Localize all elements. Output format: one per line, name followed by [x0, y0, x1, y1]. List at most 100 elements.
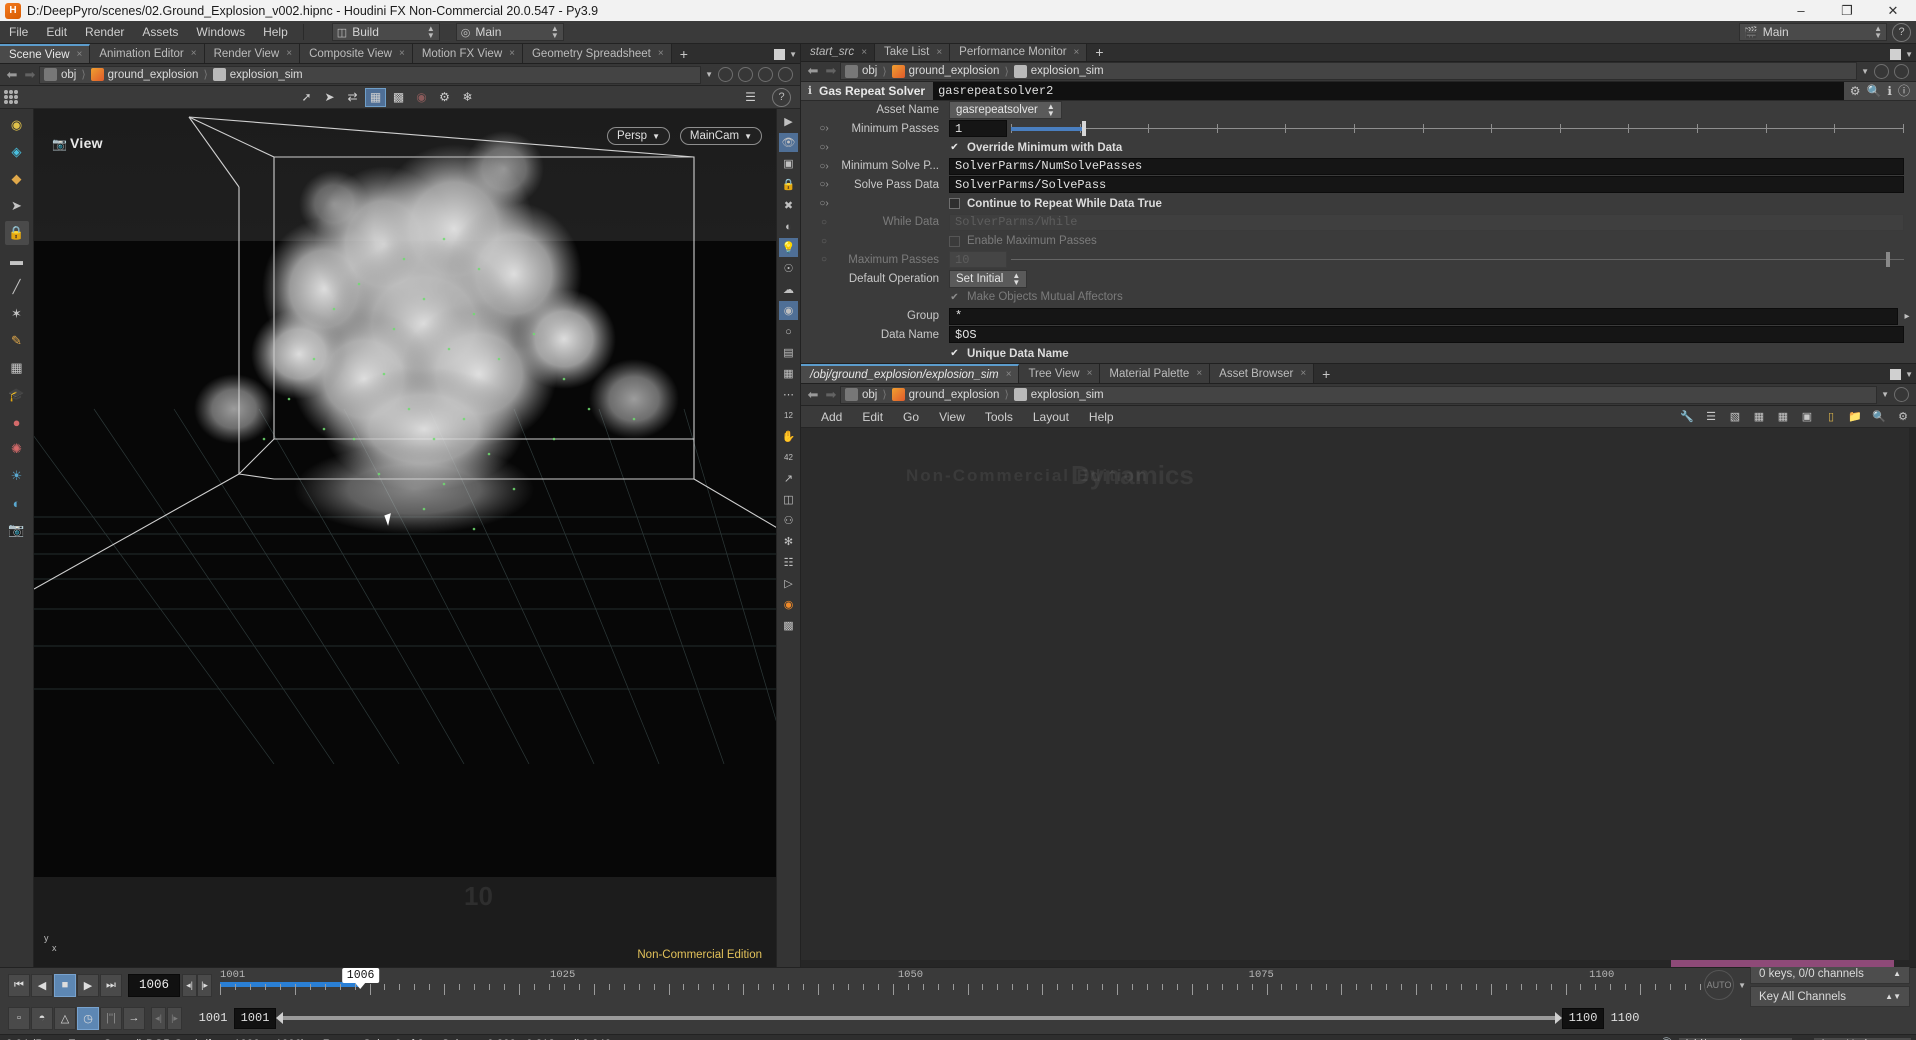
playhead[interactable]: 1006	[341, 968, 380, 989]
snapshot2-icon[interactable]: ▩	[779, 616, 798, 635]
wrench-icon[interactable]: 🔧	[1678, 409, 1696, 425]
line-tool-icon[interactable]: ╱	[5, 275, 29, 299]
animate-toggle-icon[interactable]: ○›	[811, 123, 837, 134]
menu-render[interactable]: Render	[76, 21, 133, 44]
handle-tool-icon[interactable]: ◆	[5, 167, 29, 191]
box-tool-icon[interactable]: ▬	[5, 248, 29, 272]
grid-layout-icon[interactable]: ▦	[1750, 409, 1768, 425]
pin-icon[interactable]	[738, 67, 753, 82]
render-region-icon[interactable]: ▣	[779, 154, 798, 173]
paint-tool-icon[interactable]: ✎	[5, 329, 29, 353]
data-name-input[interactable]: $OS	[949, 326, 1904, 344]
maximize-pane-icon[interactable]	[1890, 368, 1902, 380]
breadcrumb-ground-explosion[interactable]: ground_explosion	[90, 68, 198, 81]
ramp-icon[interactable]: △	[54, 1006, 76, 1030]
minimize-button[interactable]: –	[1778, 0, 1824, 21]
asset-name-selector[interactable]: gasrepeatsolver ▲ ▼	[949, 101, 1062, 120]
close-icon[interactable]: ×	[936, 47, 942, 58]
close-icon[interactable]: ×	[861, 47, 867, 58]
projection-selector[interactable]: Persp ▼	[607, 127, 670, 145]
pointer-icon[interactable]: ➤	[319, 88, 340, 107]
tab-material-palette[interactable]: Material Palette ×	[1100, 364, 1211, 383]
update-mode-selector[interactable]: Auto Update ▲▼	[1813, 1036, 1912, 1040]
nav-forward-icon[interactable]: ➡	[21, 67, 39, 83]
uv-icon[interactable]: ◫	[779, 490, 798, 509]
add-tab-button[interactable]: +	[1087, 44, 1111, 61]
node-path-selector[interactable]: /obj/ground_e... ▲▼	[1678, 1036, 1794, 1040]
range-prev-icon[interactable]: ◂|	[151, 1006, 166, 1030]
pin-icon[interactable]	[1894, 63, 1909, 79]
close-button[interactable]: ✕	[1870, 0, 1916, 21]
tab-composite-view[interactable]: Composite View ×	[300, 44, 413, 63]
camera-selector[interactable]: MainCam ▼	[679, 127, 762, 145]
numbers2-icon[interactable]: 42	[779, 448, 798, 467]
sculpt-tool-icon[interactable]: ●	[5, 410, 29, 434]
handle-grip-icon[interactable]	[4, 90, 18, 104]
xray-icon[interactable]: ✖	[779, 196, 798, 215]
options-icon[interactable]	[778, 67, 793, 82]
align-icon[interactable]: ▧	[1726, 409, 1744, 425]
parameter-path-input[interactable]: obj ⟩ ground_explosion ⟩ explosion_sim	[840, 62, 1858, 81]
help-icon[interactable]: ⓘ	[1898, 82, 1910, 99]
auto-key-button[interactable]: AUTO	[1704, 970, 1735, 1000]
scene-view-path-input[interactable]: obj ⟩ ground_explosion ⟩ explosion_sim	[39, 65, 702, 84]
spot-light-icon[interactable]: ☁	[779, 280, 798, 299]
scrollbar-thumb[interactable]	[1670, 960, 1894, 967]
bone-icon[interactable]: ⚇	[779, 511, 798, 530]
network-path-input[interactable]: obj ⟩ ground_explosion ⟩ explosion_sim	[840, 385, 1878, 404]
minimum-passes-input[interactable]: 1	[949, 120, 1007, 138]
step-back-icon[interactable]: ◀	[31, 973, 53, 997]
menu-file[interactable]: File	[0, 21, 37, 44]
chevron-down-icon[interactable]: ▼	[1905, 50, 1913, 59]
node-name-input[interactable]: gasrepeatsolver2	[933, 81, 1844, 100]
close-icon[interactable]: ×	[191, 48, 197, 59]
breadcrumb-obj[interactable]: obj	[44, 68, 76, 81]
skip-start-icon[interactable]: ⏮	[8, 973, 30, 997]
breadcrumb-explosion-sim[interactable]: explosion_sim	[212, 68, 303, 81]
ghost-icon[interactable]: ○	[779, 322, 798, 341]
network-menu-tools[interactable]: Tools	[975, 406, 1023, 428]
close-icon[interactable]: ×	[1087, 368, 1093, 379]
tab-tree-view[interactable]: Tree View ×	[1019, 364, 1101, 383]
network-horizontal-scrollbar[interactable]	[801, 960, 1916, 967]
continue-repeat-checkbox[interactable]	[949, 198, 960, 210]
layout-split-icon[interactable]: ☰	[740, 88, 761, 107]
range-handle-right[interactable]	[1555, 1012, 1562, 1024]
maximize-button[interactable]: ❐	[1824, 0, 1870, 21]
texture-icon[interactable]: ▤	[779, 343, 798, 362]
animate-toggle-icon[interactable]: ○›	[811, 198, 837, 209]
brackets-icon[interactable]: |''|	[100, 1006, 122, 1030]
animate-toggle-icon[interactable]: ○›	[811, 161, 837, 172]
global-end-frame[interactable]: 1100	[1604, 1008, 1646, 1029]
light-icon[interactable]: ⚙	[434, 88, 455, 107]
network-vertical-scrollbar[interactable]	[1909, 428, 1916, 967]
close-icon[interactable]: ×	[399, 48, 405, 59]
maximize-pane-icon[interactable]	[774, 48, 786, 60]
viewport-canvas[interactable]: 📷 View Persp ▼ MainCam ▼ 10 y x Non-Comm…	[34, 109, 776, 967]
current-frame-input[interactable]: 1006	[128, 973, 180, 997]
transform-icon[interactable]: ⇄	[342, 88, 363, 107]
close-icon[interactable]: ×	[1196, 368, 1202, 379]
visibility-icon[interactable]: 👁	[779, 133, 798, 152]
grid-display-icon[interactable]: ☷	[779, 553, 798, 572]
shading-icon[interactable]: ◐	[779, 217, 798, 236]
timeline-ruler[interactable]: 1001 1025 1050 1075 1100 1006	[220, 968, 1702, 1000]
lock-view-icon[interactable]: 🔒	[779, 175, 798, 194]
info2-icon[interactable]: ℹ	[1887, 84, 1892, 98]
minimum-passes-slider[interactable]	[1011, 120, 1904, 137]
close-icon[interactable]: ×	[286, 48, 292, 59]
list-icon[interactable]: ☰	[1702, 409, 1720, 425]
playback-end-frame[interactable]: 1100	[1562, 1007, 1604, 1029]
viewport-help-icon[interactable]: ?	[772, 87, 791, 107]
nav-back-icon[interactable]: ⬅	[804, 387, 822, 403]
unique-data-name-checkbox[interactable]: ✔	[949, 348, 960, 359]
play-icon[interactable]: ▶	[77, 973, 99, 997]
step-prev-icon[interactable]: ◂|	[182, 973, 197, 997]
clock-icon[interactable]: ◷	[77, 1006, 99, 1030]
override-minimum-checkbox[interactable]: ✔	[949, 142, 960, 153]
breadcrumb-explosion-sim[interactable]: explosion_sim	[1013, 388, 1104, 401]
default-operation-selector[interactable]: Set Initial ▲ ▼	[949, 269, 1028, 288]
group-picker-icon[interactable]: ▸	[1898, 311, 1916, 322]
menu-assets[interactable]: Assets	[133, 21, 187, 44]
normals-icon[interactable]: ↗	[779, 469, 798, 488]
